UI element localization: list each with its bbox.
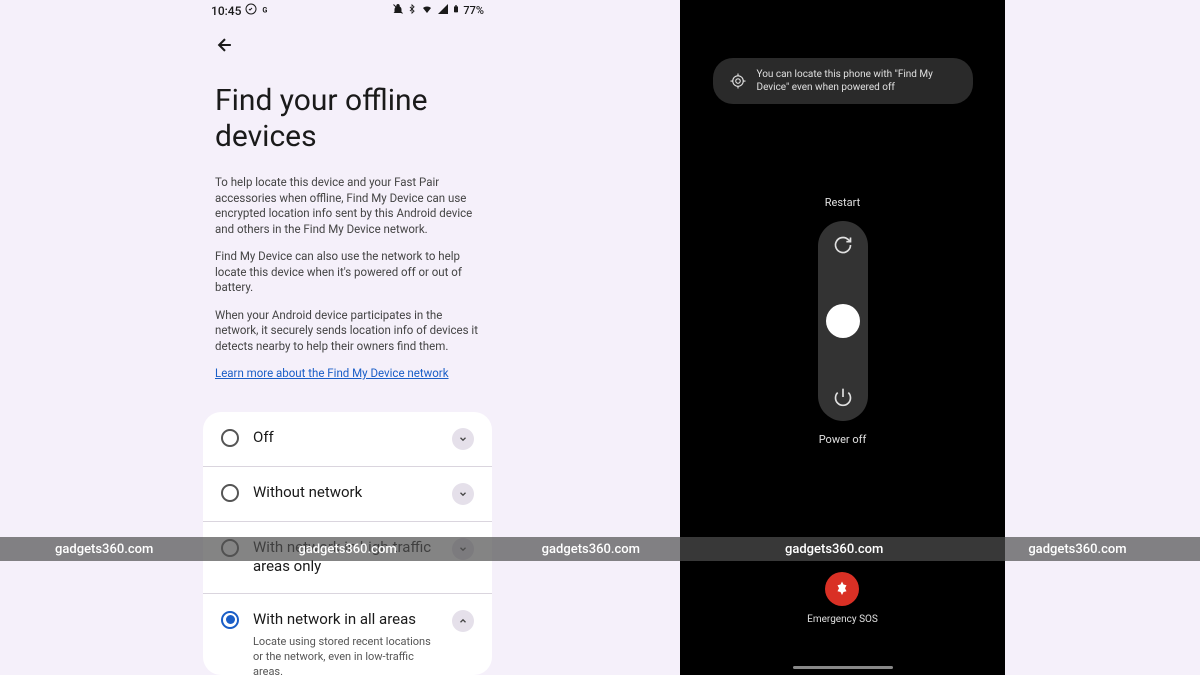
find-device-notification: You can locate this phone with "Find My … [713, 58, 973, 104]
poweroff-label: Power off [819, 433, 867, 446]
bluetooth-icon [407, 3, 417, 18]
restart-label: Restart [825, 196, 860, 209]
learn-more-link[interactable]: Learn more about the Find My Device netw… [215, 366, 449, 380]
emergency-icon [825, 572, 859, 606]
battery-percent: 77% [463, 4, 484, 17]
battery-icon [452, 3, 460, 18]
option-without-network[interactable]: Without network [203, 467, 492, 522]
chevron-up-icon[interactable] [452, 610, 474, 632]
watermark: gadgets360.com [1028, 542, 1126, 557]
svg-text:G: G [263, 5, 268, 14]
watermark: gadgets360.com [298, 542, 396, 557]
status-bar: 10:45 G 77% [195, 0, 500, 21]
emergency-sos-button[interactable]: Emergency SOS [807, 572, 878, 625]
watermark-strip: gadgets360.com gadgets360.com gadgets360… [0, 537, 1200, 561]
home-indicator[interactable] [793, 666, 893, 669]
wifi-icon [420, 3, 434, 18]
watermark: gadgets360.com [55, 542, 153, 557]
power-menu: Restart Power off [818, 196, 868, 446]
whatsapp-icon [245, 3, 257, 18]
option-label: Without network [253, 483, 438, 503]
option-description: Locate using stored recent locations or … [253, 635, 438, 675]
power-slider[interactable] [818, 221, 868, 421]
power-icon[interactable] [833, 387, 853, 407]
notification-off-icon [392, 3, 404, 18]
back-button[interactable] [195, 21, 500, 73]
option-label: With network in all areas [253, 610, 438, 630]
description-3: When your Android device participates in… [215, 308, 480, 355]
radio-without-network[interactable] [221, 484, 239, 502]
description-2: Find My Device can also use the network … [215, 249, 480, 296]
emergency-label: Emergency SOS [807, 614, 878, 625]
page-title: Find your offline devices [195, 73, 500, 175]
chevron-down-icon[interactable] [452, 428, 474, 450]
watermark: gadgets360.com [785, 542, 883, 557]
location-icon [729, 72, 747, 90]
radio-off[interactable] [221, 429, 239, 447]
signal-icon [437, 3, 449, 18]
radio-all-areas[interactable] [221, 611, 239, 629]
description-1: To help locate this device and your Fast… [215, 175, 480, 237]
option-off[interactable]: Off [203, 412, 492, 467]
settings-screen: 10:45 G 77% [195, 0, 500, 675]
google-icon: G [261, 4, 272, 18]
option-all-areas[interactable]: With network in all areas Locate using s… [203, 594, 492, 675]
restart-icon[interactable] [833, 235, 853, 255]
chevron-down-icon[interactable] [452, 483, 474, 505]
watermark: gadgets360.com [542, 542, 640, 557]
option-label: Off [253, 428, 438, 448]
notification-text: You can locate this phone with "Find My … [757, 68, 957, 94]
description-block: To help locate this device and your Fast… [195, 175, 500, 394]
status-time: 10:45 [211, 4, 241, 18]
power-menu-screen: You can locate this phone with "Find My … [680, 0, 1005, 675]
slider-handle[interactable] [826, 304, 860, 338]
